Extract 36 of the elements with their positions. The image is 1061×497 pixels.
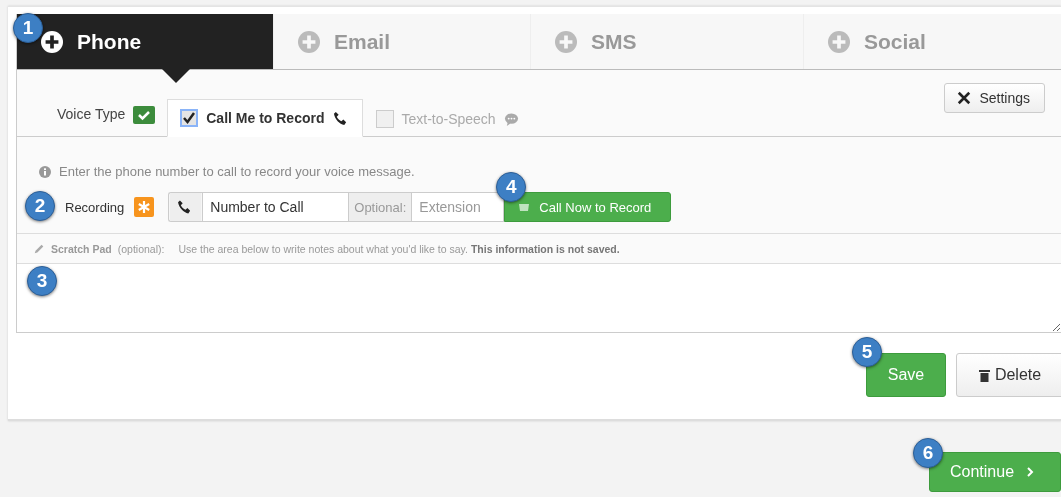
optional-label: Optional:: [349, 192, 412, 222]
phone-icon: [332, 110, 348, 126]
step-badge: 5: [852, 337, 882, 367]
checkbox[interactable]: [375, 110, 394, 128]
extension-field[interactable]: Extension: [411, 192, 505, 222]
delete-button[interactable]: Delete: [956, 353, 1061, 397]
scratch-pad-hint: Use the area below to write notes about what you'd like to say. This information is not saved.: [178, 243, 620, 255]
settings-button[interactable]: Settings: [944, 83, 1045, 113]
chevron-icon: [1026, 467, 1035, 477]
plus-icon: [298, 30, 320, 53]
check-icon: [133, 106, 156, 124]
pencil-icon: [33, 243, 45, 255]
call-button[interactable]: Call Now to Record: [504, 192, 672, 222]
recording-label: Recording: [65, 199, 125, 215]
info-icon: [39, 165, 51, 178]
asterisk-icon: [134, 197, 155, 217]
checkbox[interactable]: [180, 109, 199, 127]
notes-field[interactable]: [17, 264, 1061, 332]
plus-icon: [555, 30, 577, 53]
step-badge: 2: [25, 191, 55, 221]
plus-icon: [41, 30, 63, 53]
plus-icon: [828, 30, 850, 53]
trash-icon: [978, 368, 990, 382]
optional-note: (optional):: [117, 243, 165, 255]
phone-icon: [168, 192, 203, 222]
voice-type-tab[interactable]: Call Me to Record: [167, 99, 363, 137]
voice-type-tab[interactable]: Text-to-Speech: [362, 100, 534, 137]
step-badge: 6: [913, 438, 943, 468]
voice-type-label: Voice Type: [57, 106, 126, 122]
tab-pointer: [162, 69, 190, 83]
step-badge: 1: [13, 13, 43, 43]
scratch-pad-title: Scratch Pad: [51, 243, 112, 255]
info-text: Enter the phone number to call to record your voice message.: [59, 164, 415, 179]
chat-icon: [503, 111, 519, 127]
step-badge: 4: [496, 172, 527, 202]
number-field[interactable]: Number to Call: [202, 192, 350, 222]
